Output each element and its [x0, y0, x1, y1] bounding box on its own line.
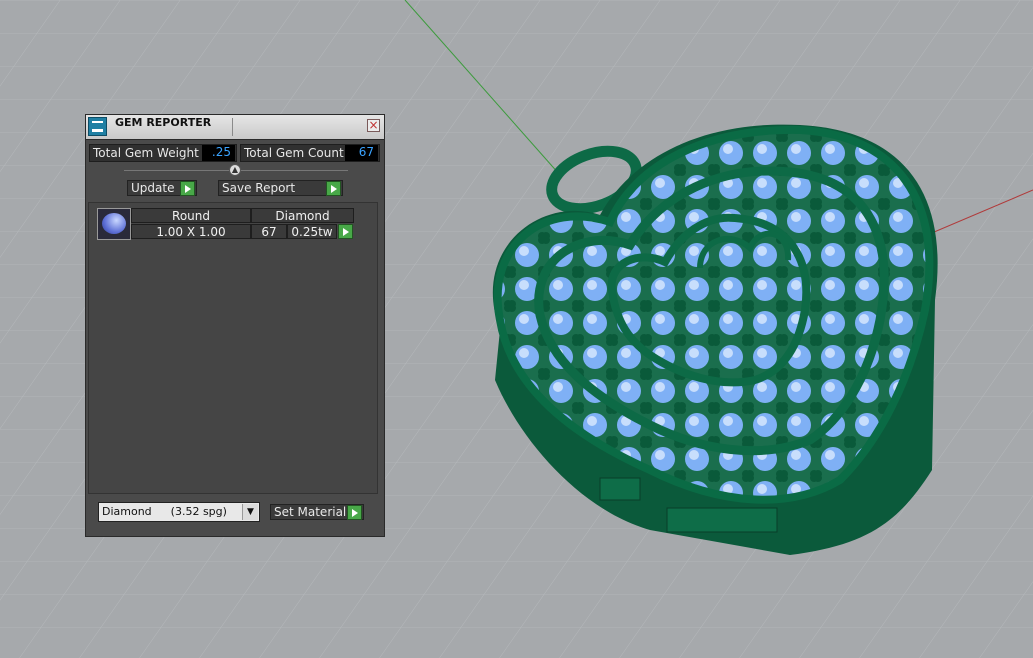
gem-material-cell: Diamond	[251, 208, 354, 223]
gem-size-cell: 1.00 X 1.00	[131, 224, 251, 239]
titlebar-divider	[232, 118, 233, 136]
save-report-button[interactable]: Save Report	[218, 180, 343, 196]
gem-reporter-panel: GEM REPORTER × Total Gem Weight .25 Tota…	[85, 114, 385, 537]
close-icon[interactable]: ×	[367, 119, 380, 132]
panel-title: GEM REPORTER	[115, 116, 212, 129]
panel-titlebar[interactable]: GEM REPORTER ×	[86, 115, 384, 140]
material-name: Diamond	[102, 505, 152, 518]
gem-weight-cell: 0.25tw	[287, 224, 337, 239]
material-spg: (3.52 spg)	[170, 505, 227, 518]
green-play-arrow-icon[interactable]	[326, 181, 341, 196]
green-play-arrow-icon[interactable]	[180, 181, 195, 196]
pendant-slot	[599, 477, 641, 501]
total-gem-count-value: 67	[345, 145, 378, 161]
update-button[interactable]: Update	[127, 180, 197, 196]
gem-icon	[102, 213, 126, 234]
pendant-slot	[666, 507, 778, 533]
set-material-button-label: Set Material	[274, 505, 347, 519]
gem-list[interactable]: Round Diamond 1.00 X 1.00 67 0.25tw	[88, 202, 378, 494]
gem-reporter-app-icon	[88, 117, 107, 136]
save-report-button-label: Save Report	[222, 181, 296, 195]
green-play-arrow-icon[interactable]	[347, 505, 362, 520]
material-select-value: Diamond (3.52 spg)	[102, 505, 227, 518]
green-play-arrow-icon[interactable]	[338, 224, 353, 239]
chevron-down-icon[interactable]: ▼	[242, 504, 258, 520]
material-select[interactable]: Diamond (3.52 spg) ▼	[98, 502, 260, 522]
total-gem-weight-value: .25	[202, 145, 235, 161]
gem-shape-cell: Round	[131, 208, 251, 223]
set-material-button[interactable]: Set Material	[270, 504, 364, 520]
panel-slider-knob-icon[interactable]: ▲	[229, 164, 241, 176]
round-gem-thumbnail	[97, 208, 131, 240]
update-button-label: Update	[131, 181, 175, 195]
gem-count-cell: 67	[251, 224, 287, 239]
